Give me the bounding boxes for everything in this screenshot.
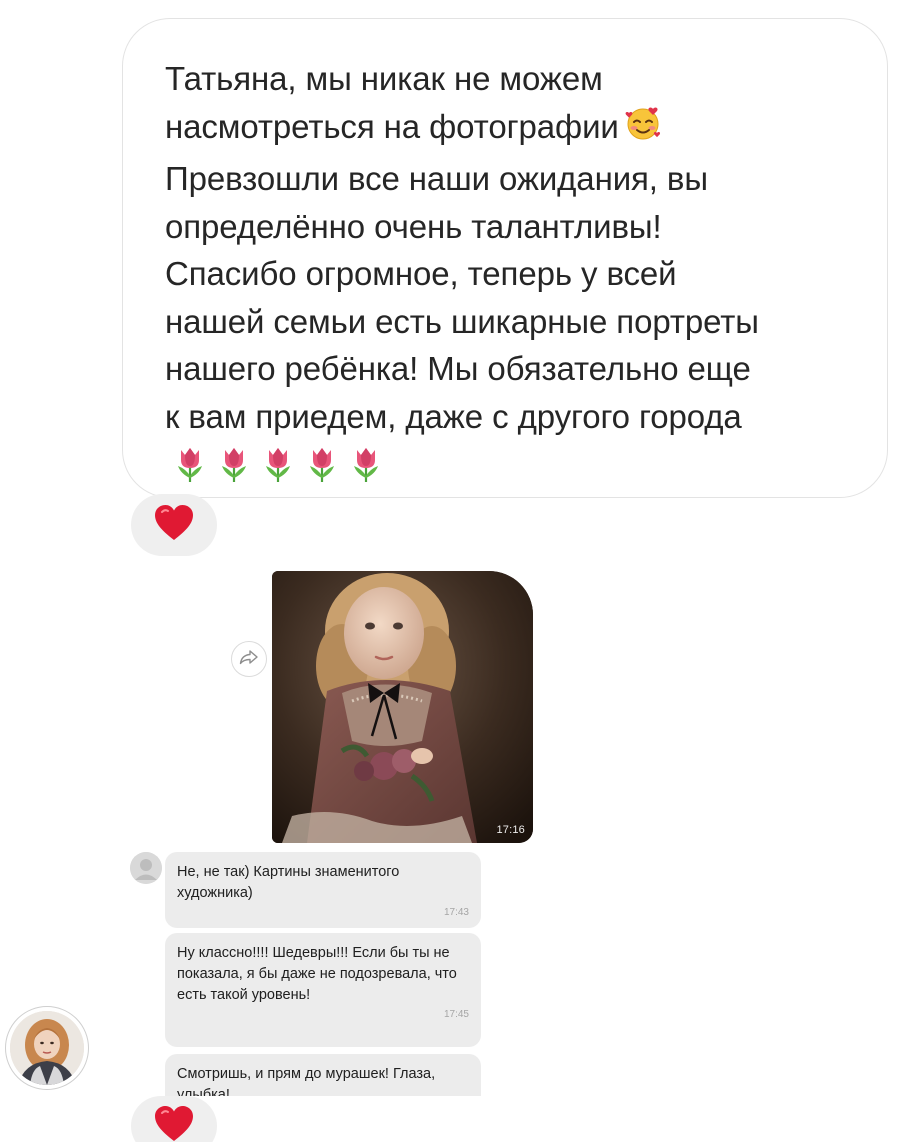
tulip-icon bbox=[219, 444, 249, 489]
message-bubble[interactable]: Татьяна, мы никак не можем насмотреться … bbox=[122, 18, 888, 498]
heart-icon bbox=[153, 1105, 195, 1142]
share-arrow-icon bbox=[239, 649, 259, 670]
sender-avatar[interactable] bbox=[5, 1006, 89, 1090]
embedded-message-text: Ну классно!!!! Шедевры!!! Если бы ты не … bbox=[177, 945, 457, 1003]
tulip-icon bbox=[175, 444, 205, 489]
embedded-message-text: Смотришь, и прям до мурашек! Глаза, улыб… bbox=[177, 1066, 436, 1096]
message-line: к вам приедем, даже с другого города bbox=[165, 397, 742, 435]
message-line: Превзошли все наши ожидания, вы bbox=[165, 160, 708, 198]
embedded-message-time: 17:43 bbox=[443, 907, 469, 918]
portrait-image bbox=[272, 571, 533, 843]
embedded-message: Смотришь, и прям до мурашек! Глаза, улыб… bbox=[165, 1054, 481, 1096]
shared-photo[interactable]: 17:16 bbox=[272, 571, 533, 843]
embedded-message-time: 17:45 bbox=[443, 1009, 469, 1020]
embedded-message: Ну классно!!!! Шедевры!!! Если бы ты не … bbox=[165, 933, 481, 1047]
tulip-icon bbox=[263, 444, 293, 489]
message-line-text: насмотреться на фотографии bbox=[165, 107, 619, 145]
photo-timestamp: 17:16 bbox=[496, 824, 525, 836]
heart-reaction[interactable] bbox=[131, 1096, 217, 1142]
embedded-message-text: Не, не так) Картины знаменитого художник… bbox=[177, 864, 400, 901]
heart-icon bbox=[153, 504, 195, 547]
tulip-emoji-row bbox=[175, 444, 857, 489]
tulip-icon bbox=[307, 444, 337, 489]
heart-reaction[interactable] bbox=[131, 494, 217, 556]
message-line: нашего ребёнка! Мы обязательно еще bbox=[165, 350, 751, 388]
smiling-face-with-hearts-icon bbox=[623, 103, 663, 156]
message-line: насмотреться на фотографии bbox=[165, 103, 857, 156]
avatar-placeholder-icon bbox=[130, 852, 162, 884]
message-line: нашей семьи есть шикарные портреты bbox=[165, 302, 759, 340]
tulip-icon bbox=[351, 444, 381, 489]
message-line: определённо очень талантливы! bbox=[165, 207, 662, 245]
embedded-chat-screenshot: Не, не так) Картины знаменитого художник… bbox=[127, 846, 497, 1096]
message-line: Татьяна, мы никак не можем bbox=[165, 60, 603, 97]
avatar bbox=[10, 1011, 84, 1085]
embedded-message: Не, не так) Картины знаменитого художник… bbox=[165, 852, 481, 928]
message-line: Спасибо огромное, теперь у всей bbox=[165, 255, 677, 293]
forward-button[interactable] bbox=[231, 641, 267, 677]
